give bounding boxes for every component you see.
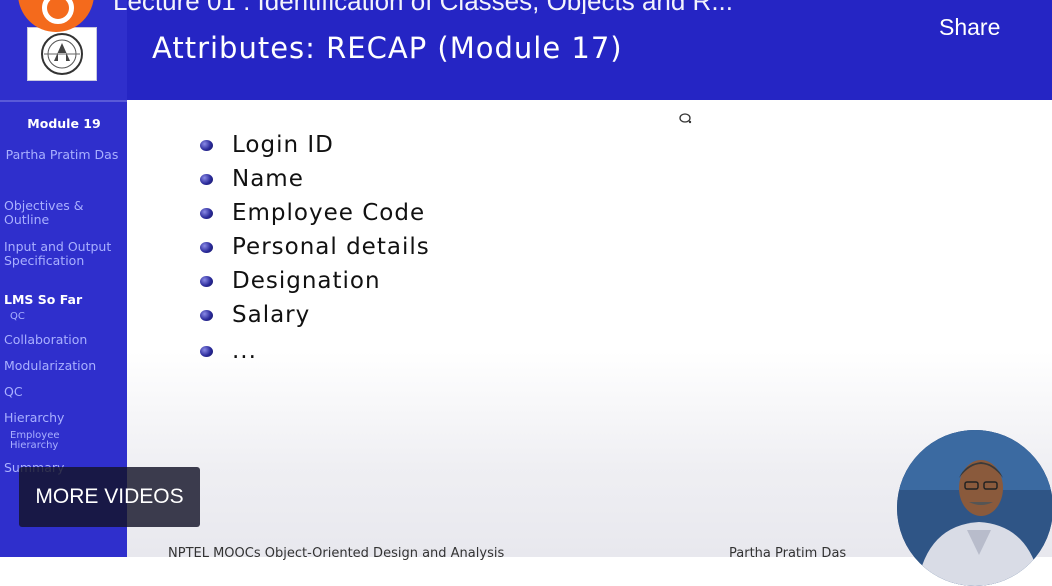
channel-logo-icon [42, 0, 74, 24]
list-item: Name [200, 166, 304, 192]
bullet-text: Employee Code [232, 200, 426, 226]
more-videos-button[interactable]: MORE VIDEOS [19, 467, 200, 527]
sidebar-subitem-qc[interactable]: QC [10, 312, 130, 322]
bullet-dot-icon [200, 309, 213, 321]
sidebar-item-objectives[interactable]: Objectives & Outline [4, 199, 114, 227]
sidebar-item-input-output[interactable]: Input and Output Specification [4, 240, 114, 268]
sidebar-item-qc[interactable]: QC [4, 385, 124, 399]
slide-footer-author: Partha Pratim Das [729, 546, 847, 561]
share-button[interactable]: Share [939, 14, 1000, 41]
list-item: Salary [200, 302, 310, 328]
bullet-text: ... [232, 338, 257, 364]
sidebar-item-hierarchy[interactable]: Hierarchy [4, 411, 124, 425]
iit-kharagpur-logo-icon [27, 27, 97, 81]
cursor-icon [679, 113, 692, 124]
bullet-text: Personal details [232, 234, 430, 260]
list-item: ... [200, 338, 257, 364]
video-title[interactable]: Lecture 01 : Identification of Classes, … [113, 0, 733, 14]
bullet-dot-icon [200, 139, 213, 151]
sidebar-subitem-employee-hierarchy[interactable]: Employee Hierarchy [10, 431, 76, 451]
bullet-text: Designation [232, 268, 381, 294]
sidebar-divider [0, 100, 127, 102]
bullet-text: Login ID [232, 132, 334, 158]
bullet-dot-icon [200, 275, 213, 287]
sidebar-item-collaboration[interactable]: Collaboration [4, 333, 124, 347]
bullet-dot-icon [200, 207, 213, 219]
list-item: Personal details [200, 234, 430, 260]
sidebar-item-modularization[interactable]: Modularization [4, 359, 124, 373]
sidebar-item-lms-so-far[interactable]: LMS So Far [4, 293, 124, 307]
bullet-dot-icon [200, 241, 213, 253]
sidebar-author: Partha Pratim Das [5, 147, 119, 162]
slide-footer-course: NPTEL MOOCs Object-Oriented Design and A… [168, 546, 505, 561]
list-item: Designation [200, 268, 381, 294]
list-item: Employee Code [200, 200, 425, 226]
sidebar-module-label: Module 19 [27, 116, 101, 131]
presenter-video-thumbnail [897, 430, 1052, 586]
list-item: Login ID [200, 132, 334, 158]
bullet-text: Salary [232, 302, 311, 328]
bullet-text: Name [232, 166, 304, 192]
bullet-dot-icon [200, 345, 213, 357]
video-title-bar: Lecture 01 : Identification of Classes, … [0, 0, 1052, 14]
bullet-dot-icon [200, 173, 213, 185]
slide-title: Attributes: RECAP (Module 17) [152, 31, 623, 65]
